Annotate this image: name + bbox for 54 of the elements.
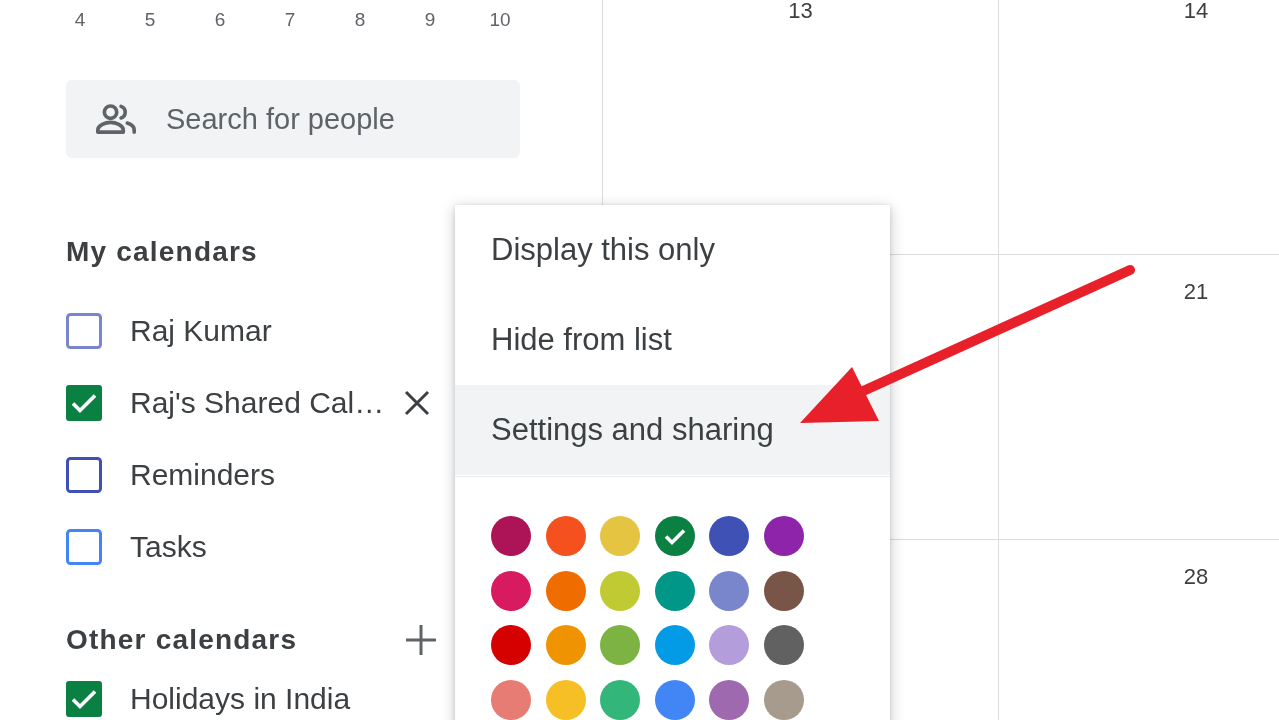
swatch-icon[interactable] (709, 516, 750, 556)
swatch-icon[interactable] (763, 679, 804, 720)
swatch-icon[interactable] (763, 516, 804, 556)
add-icon[interactable] (406, 625, 436, 655)
checkbox[interactable] (66, 313, 102, 349)
swatch-icon[interactable] (545, 516, 586, 556)
swatch-icon[interactable] (545, 570, 586, 611)
menu-item[interactable]: Display this only (455, 205, 890, 295)
calendar-name[interactable]: Holidays in India (130, 681, 392, 717)
date-number[interactable]: 5 (115, 9, 185, 31)
close-icon[interactable] (404, 390, 430, 416)
date-number[interactable]: 4 (45, 9, 115, 31)
swatch-icon[interactable] (491, 625, 531, 666)
checkbox[interactable] (66, 681, 102, 717)
swatch-icon[interactable] (654, 625, 695, 666)
calendar-name[interactable]: Raj's Shared Cal… (130, 385, 392, 421)
menu-item[interactable]: Settings and sharing (455, 385, 890, 475)
swatch-icon[interactable] (763, 625, 804, 666)
day-number[interactable]: 28 (1183, 564, 1209, 589)
day-number[interactable]: 21 (1183, 279, 1209, 304)
swatch-icon[interactable] (545, 625, 586, 666)
checkbox[interactable] (66, 385, 102, 421)
section-title: My calendars (66, 235, 258, 269)
day-number[interactable]: 13 (788, 0, 813, 23)
swatch-icon[interactable] (709, 570, 750, 611)
people-icon (96, 104, 136, 134)
swatch-icon[interactable] (763, 570, 804, 611)
swatch-icon[interactable] (600, 679, 641, 720)
calendar-name[interactable]: Reminders (130, 457, 392, 493)
date-number[interactable]: 10 (465, 9, 535, 31)
date-number[interactable]: 7 (255, 9, 325, 31)
swatch-icon[interactable] (654, 570, 695, 611)
date-number[interactable]: 8 (325, 9, 395, 31)
swatch-icon[interactable] (600, 516, 641, 556)
menu-item[interactable]: Hide from list (455, 295, 890, 385)
swatch-icon[interactable] (654, 516, 695, 556)
swatch-icon[interactable] (654, 679, 695, 720)
swatch-icon[interactable] (545, 679, 586, 720)
checkbox[interactable] (66, 529, 102, 565)
calendar-name[interactable]: Tasks (130, 529, 392, 565)
swatch-icon[interactable] (709, 625, 750, 666)
swatch-icon[interactable] (491, 516, 531, 556)
day-number[interactable]: 14 (1183, 0, 1209, 23)
swatch-icon[interactable] (491, 679, 531, 720)
search-field[interactable]: Search for people (66, 80, 520, 158)
section-title: Other calendars (66, 623, 298, 657)
swatch-icon[interactable] (600, 625, 641, 666)
swatch-icon[interactable] (491, 570, 531, 611)
date-number[interactable]: 9 (395, 9, 465, 31)
swatch-icon[interactable] (600, 570, 641, 611)
checkbox[interactable] (66, 457, 102, 493)
swatch-icon[interactable] (709, 679, 750, 720)
date-number[interactable]: 6 (185, 9, 255, 31)
calendar-name[interactable]: Raj Kumar (130, 313, 392, 349)
